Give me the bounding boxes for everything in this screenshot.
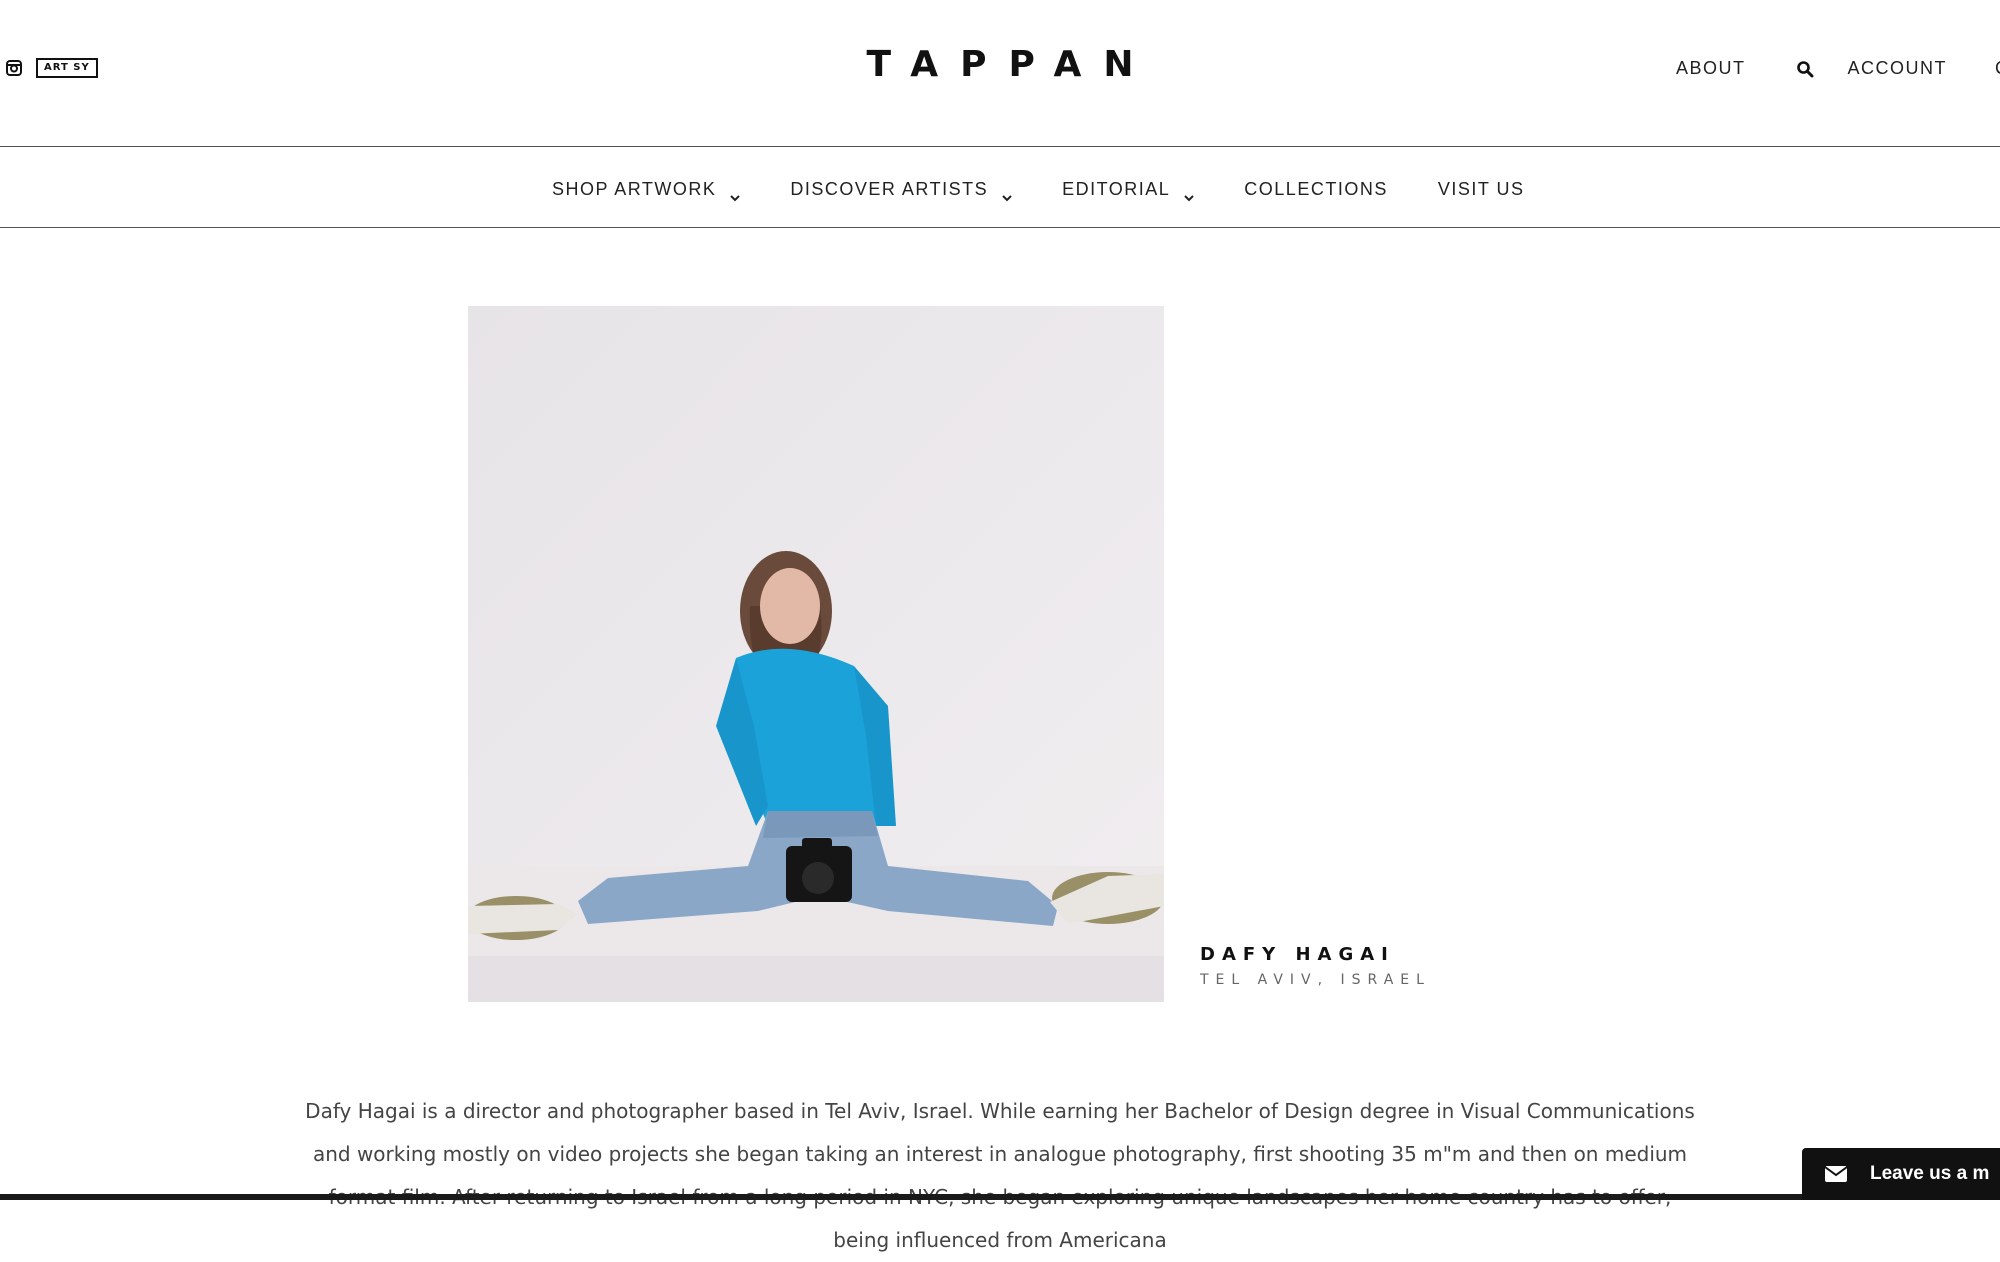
top-header: ART SY TAPPAN ABOUT ACCOUNT C xyxy=(0,0,2000,147)
chat-widget[interactable]: Leave us a m xyxy=(1802,1148,2000,1200)
chevron-down-icon xyxy=(1002,186,1012,201)
nav-visit-us[interactable]: VISIT US xyxy=(1438,179,1525,200)
nav-items: SHOP ARTWORK DISCOVER ARTISTS EDITORIAL … xyxy=(552,179,1525,201)
search-icon[interactable] xyxy=(1796,60,1814,78)
nav-item-label: SHOP ARTWORK xyxy=(552,179,717,199)
chevron-down-icon xyxy=(1184,186,1195,201)
nav-item-label: DISCOVER ARTISTS xyxy=(790,179,989,199)
nav-item-label: COLLECTIONS xyxy=(1244,179,1388,199)
nav-shop-artwork[interactable]: SHOP ARTWORK xyxy=(552,179,741,201)
main-nav: SHOP ARTWORK DISCOVER ARTISTS EDITORIAL … xyxy=(0,147,2000,228)
account-link[interactable]: ACCOUNT xyxy=(1848,58,1948,79)
chevron-down-icon xyxy=(730,186,741,201)
artist-portrait-image xyxy=(468,306,1164,1002)
artist-bio: Dafy Hagai is a director and photographe… xyxy=(305,1099,1695,1252)
chat-widget-label: Leave us a m xyxy=(1870,1163,1990,1184)
artist-location: TEL AVIV, ISRAEL xyxy=(1200,972,1431,988)
bottom-image-strip xyxy=(0,1194,2000,1200)
about-link[interactable]: ABOUT xyxy=(1676,58,1746,79)
nav-collections[interactable]: COLLECTIONS xyxy=(1244,179,1388,200)
nav-editorial[interactable]: EDITORIAL xyxy=(1062,179,1195,201)
nav-discover-artists[interactable]: DISCOVER ARTISTS xyxy=(790,179,1012,201)
cart-link[interactable]: C xyxy=(1995,58,2000,79)
artist-name: DAFY HAGAI xyxy=(1200,944,1395,965)
mail-icon xyxy=(1824,1165,1848,1183)
nav-item-label: VISIT US xyxy=(1437,179,1525,199)
top-right-links: ABOUT ACCOUNT C xyxy=(1676,58,2000,79)
nav-item-label: EDITORIAL xyxy=(1062,179,1171,199)
